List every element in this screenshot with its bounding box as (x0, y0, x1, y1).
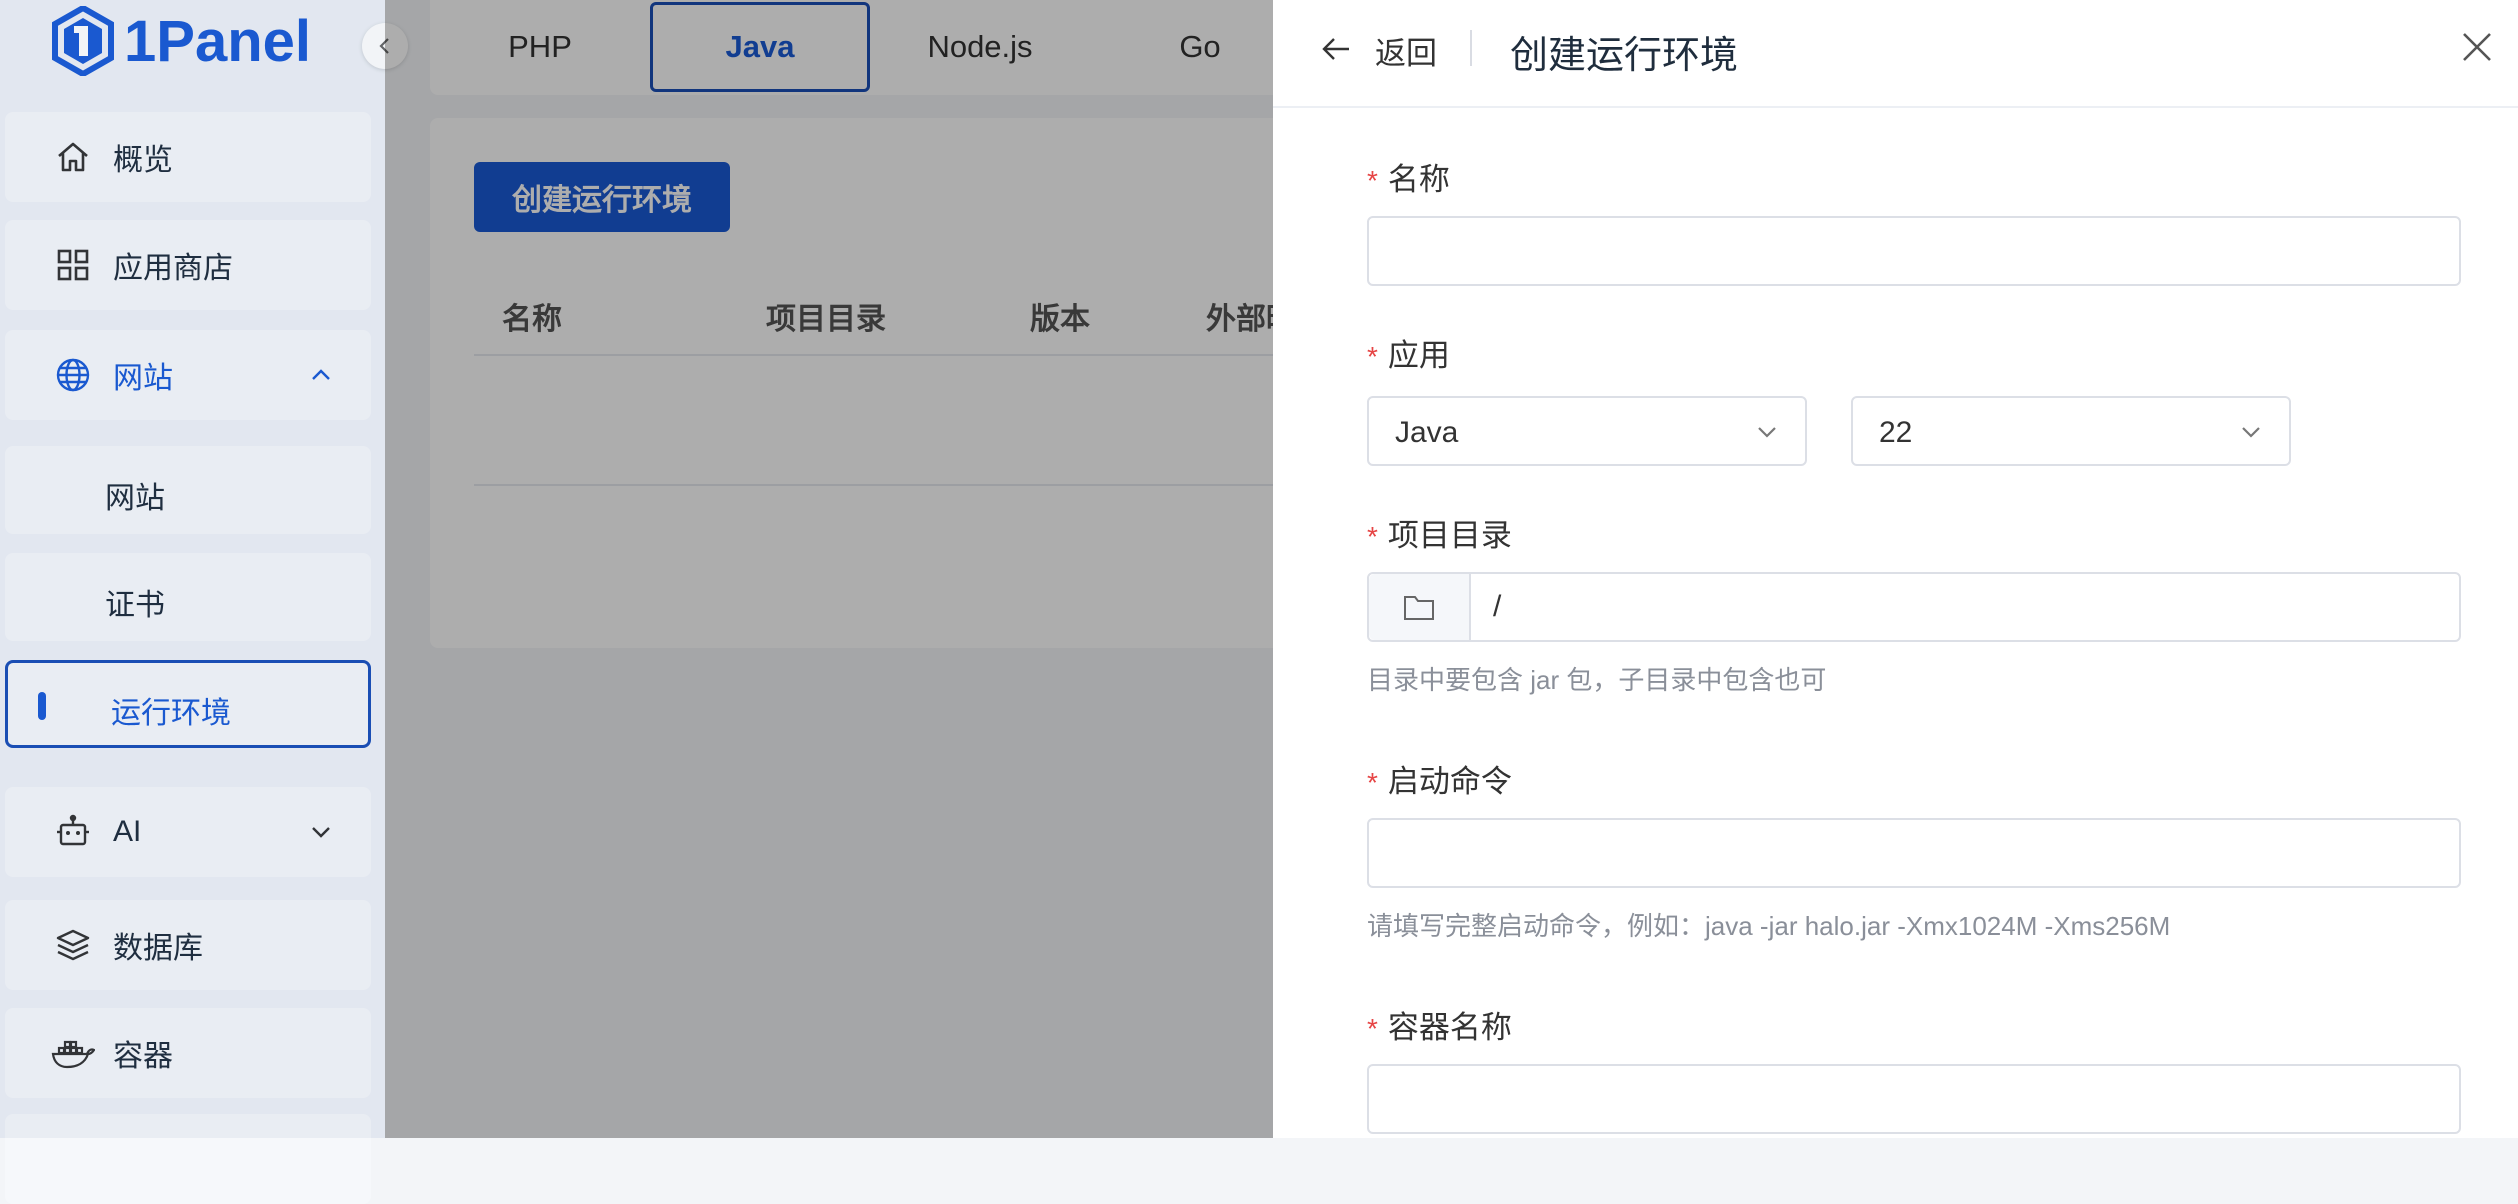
required-asterisk: * (1367, 521, 1378, 552)
close-icon[interactable] (2460, 30, 2494, 64)
chevron-down-icon (2242, 427, 2260, 438)
folder-picker-button[interactable] (1369, 574, 1471, 640)
label-text: 项目目录 (1387, 518, 1512, 553)
name-input[interactable] (1367, 216, 2461, 286)
modal-overlay[interactable] (385, 0, 1275, 1138)
app-select-value: Java (1395, 416, 1459, 449)
version-select-value: 22 (1879, 416, 1913, 449)
field-label-container: * 容器名称 (1367, 1002, 1512, 1047)
required-asterisk: * (1367, 165, 1378, 196)
back-button[interactable]: 返回 (1375, 28, 1437, 73)
sidebar-dim (0, 0, 385, 1138)
version-select[interactable]: 22 (1851, 396, 2291, 466)
field-label-app: * 应用 (1367, 330, 1450, 375)
directory-input[interactable]: / (1367, 572, 2461, 642)
required-asterisk: * (1367, 341, 1378, 372)
required-asterisk: * (1367, 1013, 1378, 1044)
drawer-header: 返回 创建运行环境 (1273, 0, 2518, 108)
directory-hint: 目录中要包含 jar 包，子目录中包含也可 (1367, 665, 1827, 695)
label-text: 名称 (1387, 162, 1450, 197)
start-command-input[interactable] (1367, 818, 2461, 888)
required-asterisk: * (1367, 767, 1378, 798)
field-label-directory: * 项目目录 (1367, 510, 1512, 555)
field-label-name: * 名称 (1367, 154, 1450, 199)
drawer-title: 创建运行环境 (1510, 35, 1739, 77)
directory-value: / (1493, 590, 1502, 623)
app-select[interactable]: Java (1367, 396, 1807, 466)
arrow-left-icon[interactable] (1319, 34, 1353, 64)
field-label-command: * 启动命令 (1367, 756, 1512, 801)
label-text: 容器名称 (1387, 1010, 1512, 1045)
label-text: 启动命令 (1387, 764, 1512, 799)
label-text: 应用 (1387, 338, 1450, 373)
folder-icon (1404, 596, 1434, 620)
create-runtime-drawer: 返回 创建运行环境 * 名称 * 应用 Java 22 * 项目目录 / 目录中要包含… (1273, 0, 2518, 1138)
header-divider (1470, 30, 1472, 66)
container-name-input[interactable] (1367, 1064, 2461, 1134)
chevron-down-icon (1758, 427, 1776, 438)
start-command-hint: 请填写完整启动命令，例如：java -jar halo.jar -Xmx1024… (1367, 911, 2171, 941)
